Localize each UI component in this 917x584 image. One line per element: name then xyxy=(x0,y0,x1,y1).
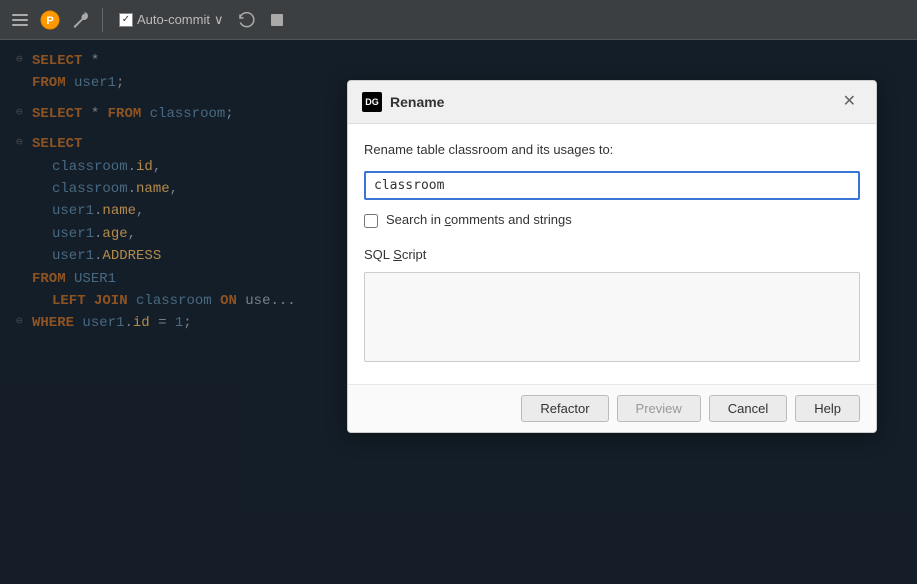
rename-dialog: DG Rename ✕ Rename table classroom and i… xyxy=(347,80,877,433)
dg-logo: DG xyxy=(362,92,382,112)
sql-script-label: SQL Script xyxy=(364,245,860,266)
undo-icon[interactable] xyxy=(235,8,259,32)
toolbar: P ✓ Auto-commit ∨ xyxy=(0,0,917,40)
dialog-overlay: DG Rename ✕ Rename table classroom and i… xyxy=(0,40,917,584)
help-button[interactable]: Help xyxy=(795,395,860,422)
autocommit-checkbox: ✓ xyxy=(119,13,133,27)
stop-icon[interactable] xyxy=(265,8,289,32)
search-checkbox-row: Search in comments and strings xyxy=(364,210,860,231)
refactor-button[interactable]: Refactor xyxy=(521,395,608,422)
preview-button[interactable]: Preview xyxy=(617,395,701,422)
rename-input[interactable] xyxy=(364,171,860,200)
dialog-header: DG Rename ✕ xyxy=(348,81,876,124)
sql-script-textarea[interactable] xyxy=(364,272,860,362)
search-comments-label: Search in comments and strings xyxy=(386,210,572,231)
dropdown-arrow: ∨ xyxy=(214,12,224,28)
rename-description: Rename table classroom and its usages to… xyxy=(364,140,860,161)
dialog-footer: Refactor Preview Cancel Help xyxy=(348,384,876,432)
wrench-icon[interactable] xyxy=(68,8,92,32)
cancel-button[interactable]: Cancel xyxy=(709,395,787,422)
search-comments-checkbox[interactable] xyxy=(364,214,378,228)
autocommit-button[interactable]: ✓ Auto-commit ∨ xyxy=(113,10,229,30)
p-icon[interactable]: P xyxy=(38,8,62,32)
dialog-title-row: DG Rename xyxy=(362,91,444,113)
settings-icon[interactable] xyxy=(8,8,32,32)
close-button[interactable]: ✕ xyxy=(837,92,862,112)
autocommit-label: Auto-commit xyxy=(137,12,210,27)
divider1 xyxy=(102,8,103,32)
dialog-title: Rename xyxy=(390,91,444,113)
code-editor[interactable]: ⊖ SELECT * FROM user1; ⊖ SELECT * FROM c… xyxy=(0,40,917,584)
svg-text:P: P xyxy=(46,15,53,27)
dialog-body: Rename table classroom and its usages to… xyxy=(348,124,876,384)
